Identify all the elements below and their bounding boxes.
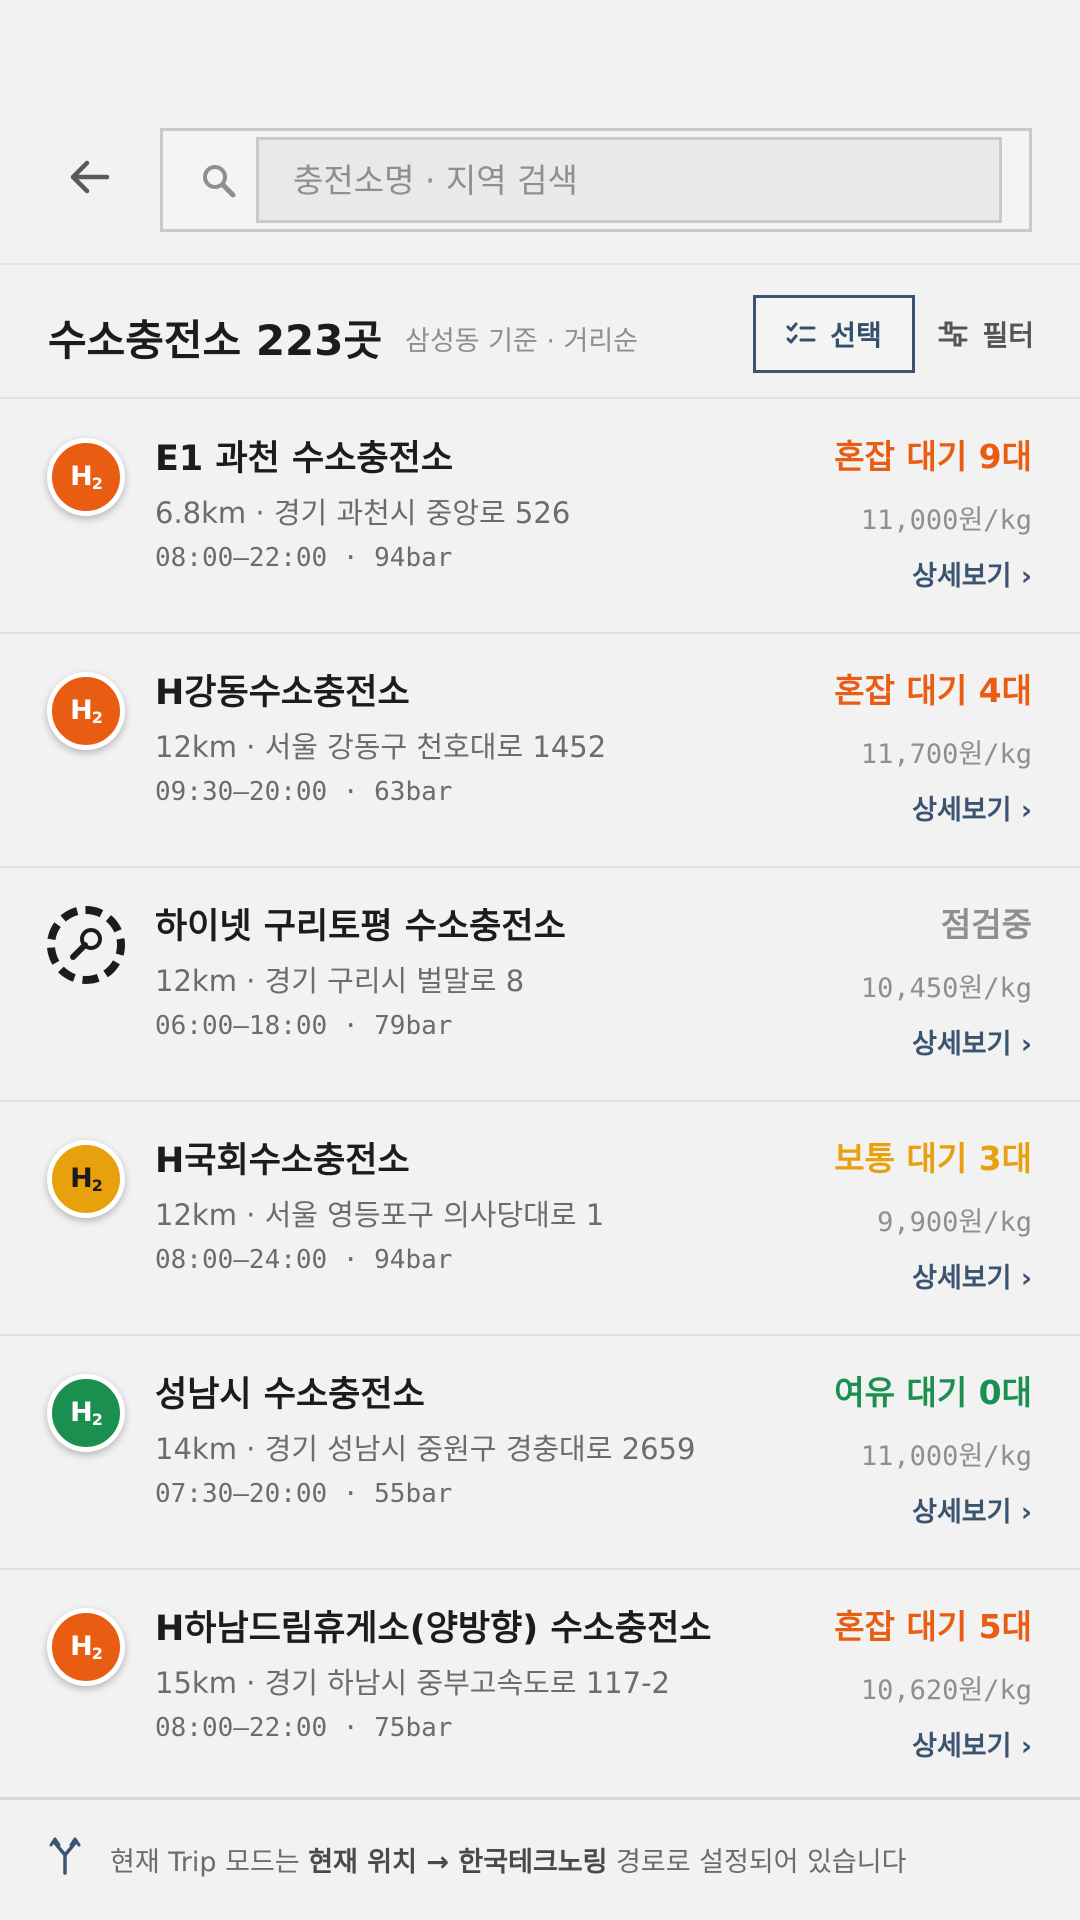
detail-link[interactable]: 상세보기 › <box>912 1022 1032 1061</box>
station-hours: 08:00–22:00 · 75bar <box>155 1713 453 1743</box>
h2-icon: H2 <box>47 1374 125 1452</box>
station-hours: 07:30–20:00 · 55bar <box>155 1479 453 1509</box>
station-hours: 06:00–18:00 · 79bar <box>155 1011 453 1041</box>
station-name: 하이넷 구리토평 수소충전소 <box>155 907 566 947</box>
station-price: 11,000원/kg <box>860 505 1032 536</box>
station-item[interactable]: H2 H국회수소충전소 12km · 서울 영등포구 의사당대로 1 08:00… <box>0 1102 1080 1336</box>
trip-mode-banner: 현재 Trip 모드는 현재 위치 → 한국테크노링 경로로 설정되어 있습니다 <box>0 1797 1080 1920</box>
select-button[interactable]: 선택 <box>753 295 915 373</box>
trip-mode-suffix: 경로로 설정되어 있습니다 <box>607 1847 907 1878</box>
arrow-left-icon <box>70 160 110 194</box>
checklist-icon <box>786 322 816 344</box>
trip-mode-prefix: 현재 Trip 모드는 <box>110 1847 309 1878</box>
station-item[interactable]: H2 H강동수소충전소 12km · 서울 강동구 천호대로 1452 09:3… <box>0 634 1080 868</box>
header <box>0 0 1080 265</box>
h2-icon: H2 <box>47 672 125 750</box>
station-item[interactable]: H2 H하남드림휴게소(양방향) 수소충전소 15km · 경기 하남시 중부고… <box>0 1570 1080 1804</box>
station-hours: 09:30–20:00 · 63bar <box>155 777 453 807</box>
station-name: E1 과천 수소충전소 <box>155 439 454 479</box>
trip-arrow: → <box>416 1847 459 1878</box>
station-status: 혼잡 대기 9대 <box>834 437 1032 476</box>
station-status: 보통 대기 3대 <box>834 1139 1032 1178</box>
station-status: 혼잡 대기 4대 <box>834 671 1032 710</box>
trip-origin: 현재 위치 <box>308 1847 417 1878</box>
station-address: 12km · 경기 구리시 벌말로 8 <box>155 964 525 998</box>
detail-link[interactable]: 상세보기 › <box>912 554 1032 593</box>
station-item[interactable]: 하이넷 구리토평 수소충전소 12km · 경기 구리시 벌말로 8 06:00… <box>0 868 1080 1102</box>
station-name: H국회수소충전소 <box>155 1141 410 1181</box>
station-price: 9,900원/kg <box>877 1207 1032 1238</box>
filter-label: 필터 <box>982 319 1034 352</box>
detail-link[interactable]: 상세보기 › <box>912 1256 1032 1295</box>
route-split-icon <box>49 1837 81 1875</box>
station-name: 성남시 수소충전소 <box>155 1375 425 1415</box>
station-address: 12km · 서울 강동구 천호대로 1452 <box>155 730 607 764</box>
station-name: H강동수소충전소 <box>155 673 410 713</box>
h2-icon: H2 <box>47 438 125 516</box>
back-button[interactable] <box>62 150 116 204</box>
station-status: 여유 대기 0대 <box>834 1373 1032 1412</box>
station-price: 10,450원/kg <box>860 973 1032 1004</box>
detail-link[interactable]: 상세보기 › <box>912 788 1032 827</box>
search-icon <box>203 165 236 198</box>
filter-button[interactable]: 필터 <box>934 295 1034 373</box>
sliders-icon <box>938 321 968 347</box>
station-status: 점검중 <box>940 905 1032 944</box>
station-name: H하남드림휴게소(양방향) 수소충전소 <box>155 1609 712 1649</box>
search-bar <box>160 128 1032 232</box>
station-address: 14km · 경기 성남시 중원구 경충대로 2659 <box>155 1432 696 1466</box>
station-count-title: 수소충전소 223곳 <box>48 316 383 365</box>
list-summary: 수소충전소 223곳 삼성동 기준 · 거리순 선택 필터 <box>0 267 1080 399</box>
detail-link[interactable]: 상세보기 › <box>912 1724 1032 1763</box>
station-address: 6.8km · 경기 과천시 중앙로 526 <box>155 496 571 530</box>
station-address: 15km · 경기 하남시 중부고속도로 117-2 <box>155 1666 671 1700</box>
trip-mode-text: 현재 Trip 모드는 현재 위치 → 한국테크노링 경로로 설정되어 있습니다 <box>110 1840 906 1879</box>
station-item[interactable]: H2 E1 과천 수소충전소 6.8km · 경기 과천시 중앙로 526 08… <box>0 400 1080 634</box>
station-price: 10,620원/kg <box>860 1675 1032 1706</box>
station-list: H2 E1 과천 수소충전소 6.8km · 경기 과천시 중앙로 526 08… <box>0 400 1080 1804</box>
h2-icon: H2 <box>47 1140 125 1218</box>
detail-link[interactable]: 상세보기 › <box>912 1490 1032 1529</box>
station-hours: 08:00–24:00 · 94bar <box>155 1245 453 1275</box>
station-item[interactable]: H2 성남시 수소충전소 14km · 경기 성남시 중원구 경충대로 2659… <box>0 1336 1080 1570</box>
station-price: 11,700원/kg <box>860 739 1032 770</box>
station-hours: 08:00–22:00 · 94bar <box>155 543 453 573</box>
wrench-icon <box>47 906 125 984</box>
station-address: 12km · 서울 영등포구 의사당대로 1 <box>155 1198 605 1232</box>
h2-icon: H2 <box>47 1608 125 1686</box>
select-label: 선택 <box>830 319 882 352</box>
search-input[interactable] <box>256 137 1002 223</box>
station-price: 11,000원/kg <box>860 1441 1032 1472</box>
sort-criteria: 삼성동 기준 · 거리순 <box>405 326 639 357</box>
trip-destination: 한국테크노링 <box>458 1847 608 1878</box>
station-status: 혼잡 대기 5대 <box>834 1607 1032 1646</box>
